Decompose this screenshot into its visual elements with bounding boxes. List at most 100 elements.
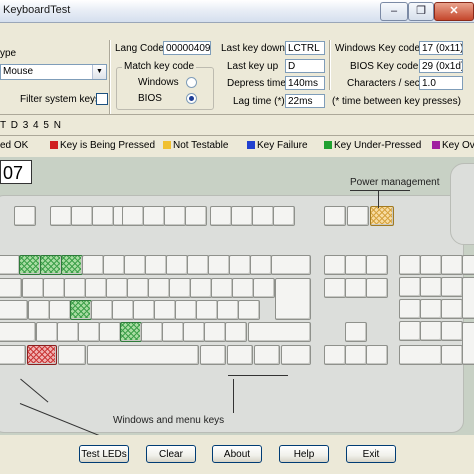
keyboard-key-red	[27, 345, 57, 365]
palm-rest	[450, 163, 474, 245]
lag-time-label: Lag time (*)	[233, 96, 285, 107]
windows-menu-callout: Windows and menu keys	[113, 415, 225, 426]
keyboard-key	[254, 345, 280, 365]
chevron-down-icon[interactable]: ▼	[92, 65, 106, 79]
filter-system-keys-checkbox[interactable]	[96, 93, 108, 105]
chars-per-sec-label: Characters / sec	[347, 78, 420, 89]
bios-key-code-field: 29 (0x1d)	[419, 59, 463, 73]
callout-line	[350, 190, 410, 191]
keyboard-key	[441, 255, 463, 275]
keyboard-key	[248, 322, 311, 342]
keyboard-key	[162, 322, 184, 342]
keyboard-key	[92, 206, 114, 226]
keyboard-key	[0, 322, 36, 342]
close-button[interactable]: ✕	[434, 2, 474, 21]
keyboard-key	[231, 206, 253, 226]
depress-time-label: Depress time	[227, 78, 286, 89]
test-leds-button[interactable]: Test LEDs	[79, 445, 129, 463]
keyboard-key	[196, 300, 218, 320]
legend-ok: ed OK	[0, 140, 29, 151]
keyboard-key	[91, 300, 113, 320]
about-button[interactable]: About	[212, 445, 262, 463]
minimize-button[interactable]: –	[380, 2, 408, 21]
last-key-down-field: LCTRL	[285, 41, 325, 55]
legend-failure-swatch	[247, 141, 255, 149]
callout-line	[233, 379, 234, 413]
keyboard-key	[166, 255, 188, 275]
keyboard-key	[103, 255, 125, 275]
power-management-callout: Power management	[350, 177, 440, 188]
keyboard-image: Power management Windows and menu keys	[0, 157, 474, 435]
maximize-button[interactable]: ❐	[408, 2, 434, 21]
keyboard-key	[36, 322, 58, 342]
keyboard-key	[441, 345, 463, 365]
lang-code-label: Lang Code	[115, 43, 164, 54]
keyboard-key	[148, 278, 170, 298]
windows-key-code-label: Windows Key code	[335, 43, 421, 54]
match-windows-radio[interactable]	[186, 77, 197, 88]
divider	[109, 40, 111, 114]
keyboard-key	[250, 255, 272, 275]
keyboard-key	[175, 300, 197, 320]
keyboard-key	[324, 206, 346, 226]
keyboard-key	[0, 278, 22, 298]
keyboard-key	[187, 255, 209, 275]
keyboard-key	[127, 278, 149, 298]
keyboard-key	[185, 206, 207, 226]
keyboard-key	[190, 278, 212, 298]
exit-button[interactable]: Exit	[346, 445, 396, 463]
filter-system-keys-label: Filter system keys	[20, 94, 101, 105]
last-key-down-label: Last key down	[221, 43, 285, 54]
keyboard-key	[229, 255, 251, 275]
keyboard-key	[164, 206, 186, 226]
keyboard-key	[441, 321, 463, 341]
typed-text: T D 3 4 5 N	[0, 120, 62, 131]
legend-not-testable: Not Testable	[173, 140, 229, 151]
legend-pressed: Key is Being Pressed	[60, 140, 156, 151]
keyboard-key	[324, 255, 346, 275]
device-type-label: ype	[0, 48, 17, 59]
divider	[0, 114, 474, 115]
callout-line	[378, 190, 379, 208]
help-button[interactable]: Help	[279, 445, 329, 463]
keyboard-key	[420, 299, 442, 319]
keyboard-key	[57, 322, 79, 342]
keyboard-key	[324, 345, 346, 365]
keyboard-key-pressed	[19, 255, 41, 275]
last-key-up-field: D	[285, 59, 325, 73]
keyboard-key-orange	[370, 206, 394, 226]
keyboard-key	[399, 345, 442, 365]
keyboard-key	[204, 322, 226, 342]
keyboard-key	[169, 278, 191, 298]
keyboard-key	[87, 345, 199, 365]
keyboard-key	[210, 206, 232, 226]
keyboard-key	[420, 255, 442, 275]
keyboard-key	[252, 206, 274, 226]
keyboard-key	[183, 322, 205, 342]
device-combo[interactable]: Mouse ▼	[0, 64, 107, 80]
keyboard-key	[345, 278, 367, 298]
keyboard-key	[122, 206, 144, 226]
keyboard-key	[64, 278, 86, 298]
legend-pressed-swatch	[50, 141, 58, 149]
keyboard-key	[124, 255, 146, 275]
keyboard-key	[462, 277, 474, 319]
key-code-display: 07	[0, 160, 32, 184]
keyboard-key-pressed	[61, 255, 83, 275]
device-combo-value: Mouse	[3, 66, 34, 77]
keyboard-key	[145, 255, 167, 275]
keyboard-key-pressed	[120, 322, 142, 342]
clear-button[interactable]: Clear	[146, 445, 196, 463]
keyboard-key	[366, 278, 388, 298]
keyboard-key	[133, 300, 155, 320]
legend-failure: Key Failure	[257, 140, 308, 151]
keyboard-key	[253, 278, 275, 298]
keyboard-key	[271, 255, 311, 275]
keyboard-key-pressed	[40, 255, 62, 275]
keyboard-key	[106, 278, 128, 298]
keyboard-key	[399, 277, 421, 297]
match-bios-radio[interactable]	[186, 93, 197, 104]
keyboard-key	[112, 300, 134, 320]
keyboard-key	[85, 278, 107, 298]
keyboard-key-pressed	[70, 300, 92, 320]
